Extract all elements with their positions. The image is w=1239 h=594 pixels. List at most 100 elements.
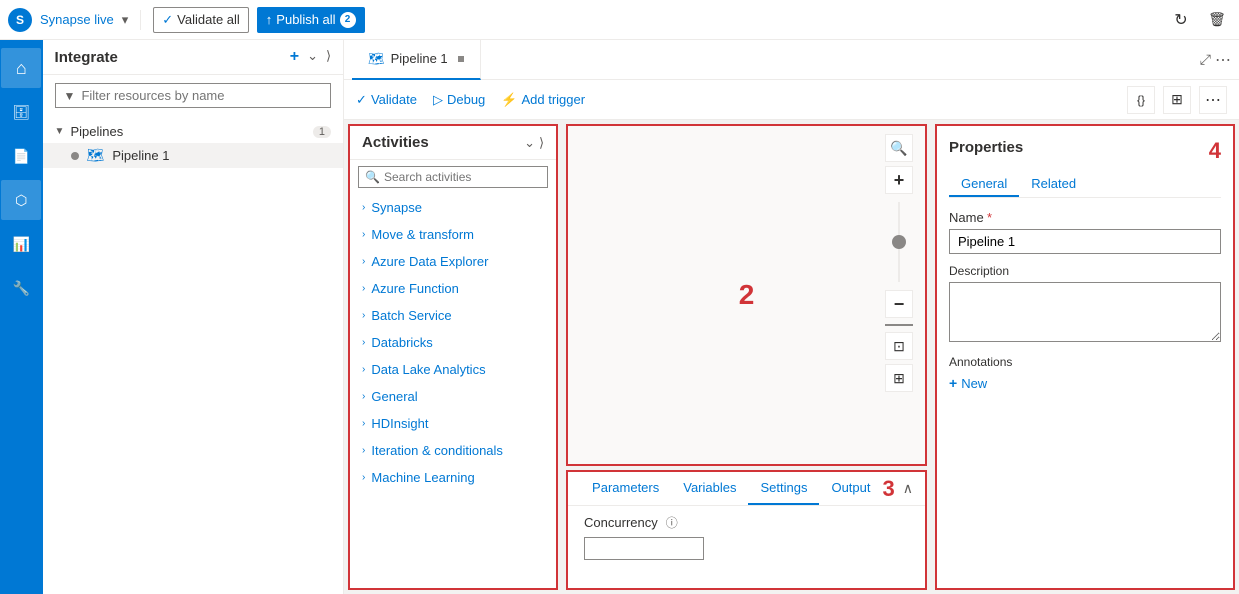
activities-header-actions: ⌄ ⟩ — [524, 135, 544, 151]
info-icon[interactable]: ⓘ — [666, 514, 678, 531]
add-trigger-button[interactable]: ⚡ Add trigger — [501, 88, 585, 112]
bottom-panel-content: Concurrency ⓘ — [568, 506, 925, 568]
concurrency-label: Concurrency — [584, 515, 658, 530]
activities-panel-header: Activities ⌄ ⟩ — [350, 126, 556, 160]
canvas-grid-button[interactable]: ⊞ — [885, 364, 913, 392]
activities-title: Activities — [362, 134, 429, 151]
activity-iteration-conditionals[interactable]: › Iteration & conditionals — [350, 437, 556, 464]
activity-batch-service[interactable]: › Batch Service — [350, 302, 556, 329]
activities-search-input[interactable] — [384, 170, 541, 184]
publish-all-button[interactable]: ↑ Publish all 2 — [257, 7, 365, 33]
more-tab-icon[interactable]: ⋯ — [1215, 50, 1231, 70]
concurrency-input[interactable] — [584, 537, 704, 560]
canvas-search-button[interactable]: 🔍 — [885, 134, 913, 162]
logo: S — [8, 8, 32, 32]
chevron-down-icon[interactable]: ▾ — [122, 12, 129, 28]
publish-all-label: Publish all — [276, 12, 335, 27]
tab-settings-label: Settings — [760, 480, 807, 495]
canvas-plus-button[interactable]: + — [885, 166, 913, 194]
activity-hdinsight[interactable]: › HDInsight — [350, 410, 556, 437]
activities-panel: Activities ⌄ ⟩ 🔍 › Synapse — [348, 124, 558, 590]
pipeline-tab[interactable]: 🗺 Pipeline 1 — [352, 40, 481, 80]
activity-general[interactable]: › General — [350, 383, 556, 410]
pipelines-header[interactable]: ▼ Pipelines 1 — [43, 120, 344, 143]
table-view-button[interactable]: ⊞ — [1163, 86, 1191, 114]
tab-settings[interactable]: Settings — [748, 472, 819, 505]
activity-synapse[interactable]: › Synapse — [350, 194, 556, 221]
chevron-right-icon: › — [362, 229, 365, 240]
integrate-nav-icon[interactable]: ⬡ — [1, 180, 41, 220]
activity-machine-learning[interactable]: › Machine Learning — [350, 464, 556, 491]
description-textarea[interactable] — [949, 282, 1221, 342]
activity-databricks[interactable]: › Databricks — [350, 329, 556, 356]
tab-parameters-label: Parameters — [592, 480, 659, 495]
debug-button[interactable]: ▷ Debug — [433, 88, 485, 112]
close-panel-icon[interactable]: ⟩ — [326, 48, 331, 66]
plus-icon: + — [949, 375, 957, 391]
monitor-nav-icon[interactable]: 📊 — [1, 224, 41, 264]
properties-panel: Properties 4 General Related Name * — [935, 124, 1235, 590]
code-view-button[interactable]: {} — [1127, 86, 1155, 114]
validate-button[interactable]: ✓ Validate — [356, 88, 417, 112]
activity-label: Azure Function — [371, 281, 458, 296]
validate-label: Validate — [371, 92, 417, 107]
activities-collapse-icon[interactable]: ⌄ — [524, 135, 535, 151]
manage-nav-icon[interactable]: 🔧 — [1, 268, 41, 308]
activity-move-transform[interactable]: › Move & transform — [350, 221, 556, 248]
name-input[interactable] — [949, 229, 1221, 254]
collapse-icon[interactable]: ⌄ — [307, 48, 318, 66]
lightning-icon: ⚡ — [501, 92, 517, 108]
activities-search-box[interactable]: 🔍 — [358, 166, 548, 188]
content-area: 🗺 Pipeline 1 ⤢ ⋯ ✓ Validate ▷ Debug ⚡ Ad… — [344, 40, 1239, 594]
canvas-wrapper: 2 🔍 + − ⊡ ⊞ — [562, 120, 931, 594]
canvas-fit-button[interactable]: ⊡ — [885, 332, 913, 360]
canvas-minus-button[interactable]: − — [885, 290, 913, 318]
tab-output[interactable]: Output — [819, 472, 882, 505]
add-icon[interactable]: + — [290, 48, 299, 66]
tab-parameters[interactable]: Parameters — [580, 472, 671, 505]
pipelines-header-left: ▼ Pipelines — [55, 124, 124, 139]
develop-nav-icon[interactable]: 📄 — [1, 136, 41, 176]
new-annotation-button[interactable]: + New — [949, 375, 987, 391]
tab-variables[interactable]: Variables — [671, 472, 748, 505]
annotations-section: Annotations + New — [949, 355, 1221, 391]
canvas-area[interactable]: 2 🔍 + − ⊡ ⊞ — [566, 124, 927, 466]
discard-button[interactable]: 🗑 — [1203, 6, 1231, 34]
refresh-button[interactable]: ↻ — [1167, 6, 1195, 34]
filter-icon: ▼ — [64, 89, 76, 103]
divider — [140, 10, 141, 30]
filter-input[interactable] — [81, 88, 322, 103]
chevron-right-icon: › — [362, 472, 365, 483]
checkmark-icon: ✓ — [162, 12, 173, 28]
prop-tab-related[interactable]: Related — [1019, 172, 1088, 197]
pipelines-section: ▼ Pipelines 1 🗺 Pipeline 1 — [43, 116, 344, 172]
activity-label: Batch Service — [371, 308, 451, 323]
expand-icon: ▼ — [55, 126, 65, 137]
prop-tab-general[interactable]: General — [949, 172, 1019, 197]
activities-close-icon[interactable]: ⟩ — [539, 135, 544, 151]
chevron-right-icon: › — [362, 202, 365, 213]
activity-azure-data-explorer[interactable]: › Azure Data Explorer — [350, 248, 556, 275]
pipeline-name: Pipeline 1 — [112, 148, 169, 163]
tab-pipeline-icon: 🗺 — [368, 51, 385, 67]
validate-all-button[interactable]: ✓ Validate all — [153, 7, 249, 33]
home-nav-icon[interactable]: ⌂ — [1, 48, 41, 88]
new-annotation-label: New — [961, 376, 987, 391]
expand-icon[interactable]: ⤢ — [1200, 51, 1211, 68]
more-toolbar-button[interactable]: ⋯ — [1199, 86, 1227, 114]
pipeline-item[interactable]: 🗺 Pipeline 1 — [43, 143, 344, 168]
activity-data-lake-analytics[interactable]: › Data Lake Analytics — [350, 356, 556, 383]
activity-azure-function[interactable]: › Azure Function — [350, 275, 556, 302]
collapse-bottom-panel-button[interactable]: ∧ — [903, 480, 913, 497]
bottom-tabs-left: Parameters Variables Settings Output — [580, 472, 882, 505]
properties-tabs: General Related — [949, 172, 1221, 198]
workspace-name: Synapse live — [40, 12, 114, 27]
data-nav-icon[interactable]: 🗄 — [1, 92, 41, 132]
zoom-slider[interactable] — [898, 202, 900, 282]
activity-label: Azure Data Explorer — [371, 254, 488, 269]
label-2: 2 — [739, 279, 755, 311]
play-icon: ▷ — [433, 92, 443, 108]
concurrency-row: Concurrency ⓘ — [584, 514, 909, 531]
left-panel-header: Integrate + ⌄ ⟩ — [43, 40, 344, 75]
filter-search-box[interactable]: ▼ — [55, 83, 332, 108]
